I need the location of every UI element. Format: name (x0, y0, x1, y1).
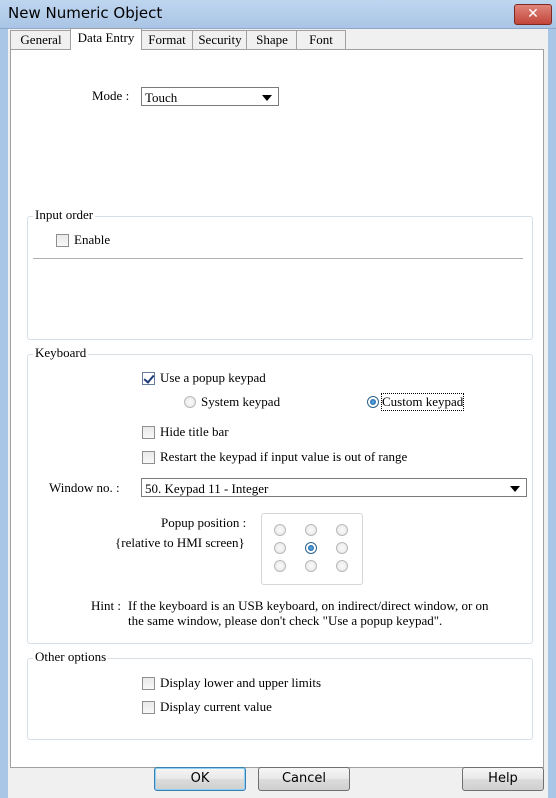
tab-label: General (20, 32, 62, 47)
position-bottom-right-radio[interactable] (336, 560, 348, 572)
tab-general[interactable]: General (10, 30, 72, 49)
position-middle-left-radio[interactable] (274, 542, 286, 554)
keyboard-title: Keyboard (33, 345, 89, 361)
window-title: New Numeric Object (8, 4, 163, 22)
ok-button[interactable]: OK (154, 767, 246, 791)
window-no-label: Window no. : (49, 480, 120, 495)
position-middle-right-radio[interactable] (336, 542, 348, 554)
hint-label: Hint : (91, 598, 121, 613)
custom-keypad-label: Custom keypad (380, 393, 465, 411)
title-bar: New Numeric Object ✕ (0, 0, 556, 29)
display-limits-label: Display lower and upper limits (160, 675, 322, 690)
position-bottom-left-radio[interactable] (274, 560, 286, 572)
tab-format[interactable]: Format (140, 30, 194, 49)
popup-position-sublabel: {relative to HMI screen} (115, 535, 245, 550)
input-order-title: Input order (33, 207, 96, 223)
display-current-value-checkbox[interactable] (142, 701, 155, 714)
input-order-divider (33, 258, 523, 259)
tab-font[interactable]: Font (296, 30, 346, 49)
hint-text-line2: the same window, please don't check "Use… (128, 613, 443, 628)
position-top-left-radio[interactable] (274, 524, 286, 536)
enable-label: Enable (74, 232, 111, 247)
position-top-center-radio[interactable] (305, 524, 317, 536)
dialog-body: General Data Entry Format Security Shape… (8, 28, 548, 798)
tab-security[interactable]: Security (192, 30, 248, 49)
other-options-title: Other options (33, 649, 109, 665)
position-center-radio[interactable] (305, 542, 317, 554)
data-entry-panel: Mode : Touch Input order Enable Keyboard… (10, 49, 544, 768)
chevron-down-icon (510, 486, 520, 492)
position-bottom-center-radio[interactable] (305, 560, 317, 572)
restart-keypad-checkbox[interactable] (142, 451, 155, 464)
mode-value: Touch (145, 90, 178, 105)
mode-label: Mode : (92, 88, 130, 103)
close-icon: ✕ (527, 6, 539, 22)
display-current-value-label: Display current value (160, 699, 272, 714)
other-options-group (27, 658, 533, 740)
tab-label: Data Entry (77, 30, 135, 45)
display-limits-checkbox[interactable] (142, 677, 155, 690)
hide-title-bar-checkbox[interactable] (142, 426, 155, 439)
position-top-right-radio[interactable] (336, 524, 348, 536)
tab-shape[interactable]: Shape (246, 30, 298, 49)
hide-title-bar-label: Hide title bar (160, 424, 229, 439)
window-no-value: 50. Keypad 11 - Integer (145, 481, 269, 496)
mode-select[interactable]: Touch (141, 87, 279, 106)
custom-keypad-radio[interactable] (367, 396, 379, 408)
chevron-down-icon (262, 95, 272, 101)
close-button[interactable]: ✕ (514, 4, 552, 25)
tab-label: Shape (256, 32, 288, 47)
use-popup-keypad-checkbox[interactable] (142, 372, 155, 385)
system-keypad-radio[interactable] (184, 396, 196, 408)
popup-position-grid (261, 513, 363, 585)
help-button[interactable]: Help (462, 767, 544, 791)
tab-label: Format (148, 32, 186, 47)
tab-label: Font (309, 32, 333, 47)
popup-position-label: Popup position : (161, 515, 247, 530)
hint-text-line1: If the keyboard is an USB keyboard, on i… (128, 598, 489, 613)
tab-data-entry[interactable]: Data Entry (70, 28, 142, 50)
tab-label: Security (198, 32, 242, 47)
system-keypad-label: System keypad (201, 394, 281, 409)
enable-checkbox[interactable] (56, 234, 69, 247)
restart-keypad-label: Restart the keypad if input value is out… (160, 449, 408, 464)
use-popup-keypad-label: Use a popup keypad (160, 370, 266, 385)
window-no-select[interactable]: 50. Keypad 11 - Integer (141, 478, 527, 497)
cancel-button[interactable]: Cancel (258, 767, 350, 791)
